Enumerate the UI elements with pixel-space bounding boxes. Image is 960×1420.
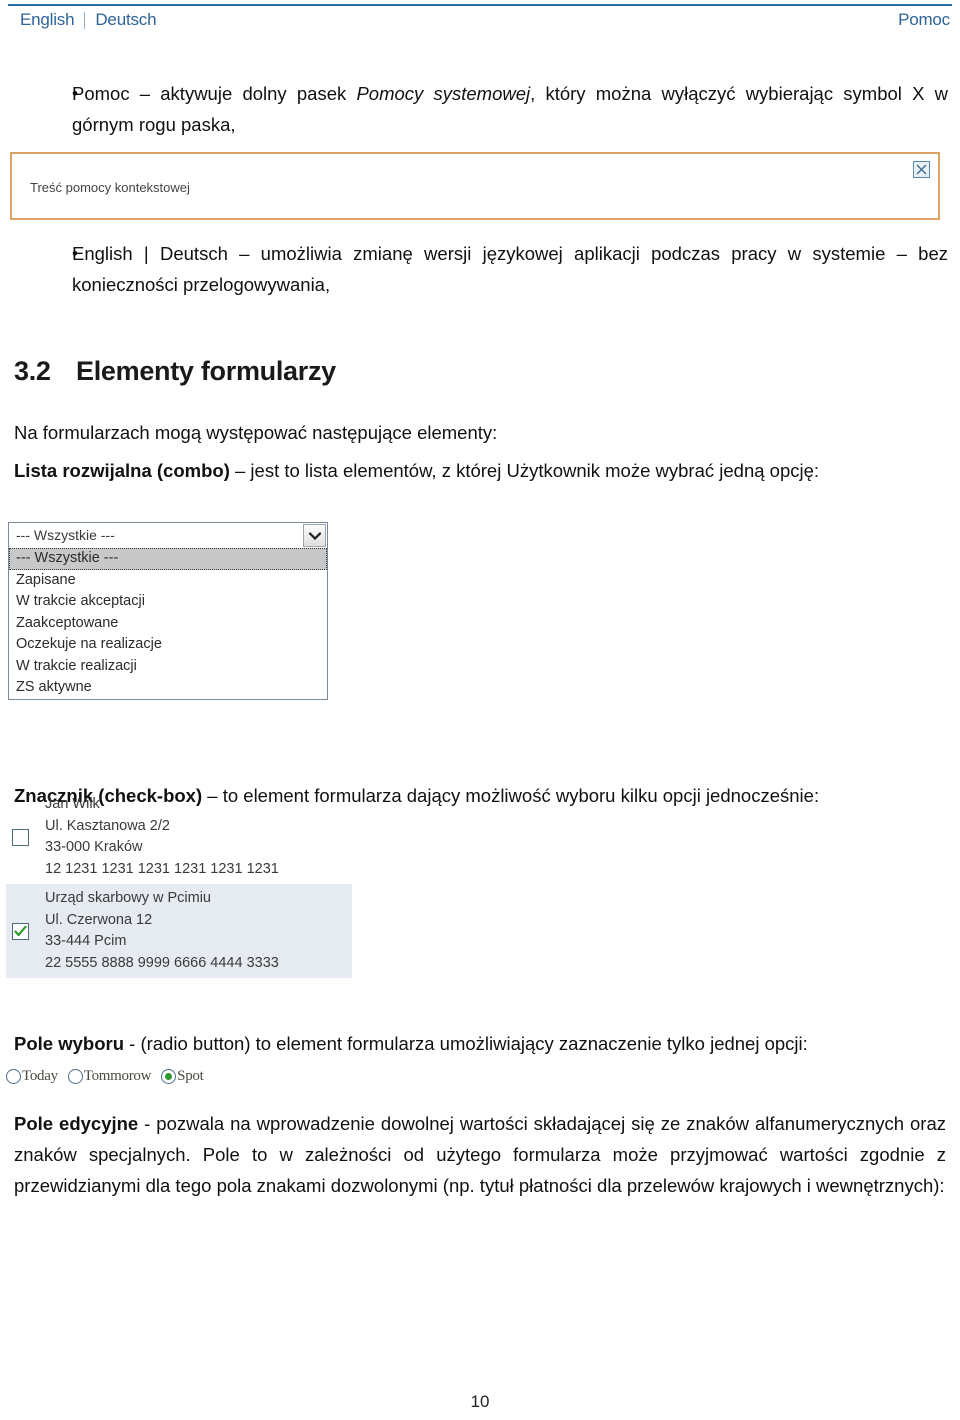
detail-line: Urząd skarbowy w Pcimiu: [45, 890, 211, 906]
checkbox-row-details: Urząd skarbowy w Pcimiu Ul. Czerwona 12 …: [45, 888, 352, 974]
bullet-italic-text: Pomocy systemowej: [356, 83, 531, 104]
help-link[interactable]: Pomoc: [898, 10, 950, 30]
checkbox-row-details: Jan Wilk Ul. Kasztanowa 2/2 33-000 Krakó…: [45, 794, 352, 880]
radio-unselected-icon[interactable]: [67, 1069, 83, 1084]
detail-line: 22 5555 8888 9999 6666 4444 3333: [45, 954, 279, 971]
bullet-pre-text: Pomoc – aktywuje dolny pasek: [72, 83, 357, 104]
dropdown-option[interactable]: W trakcie akceptacji: [9, 591, 327, 613]
header-rule: [8, 4, 952, 6]
edit-field-description-rest: - pozwala na wprowadzenie dowolnej warto…: [14, 1113, 946, 1196]
context-help-bar: Treść pomocy kontekstowej: [10, 152, 940, 220]
document-page: English Deutsch Pomoc • Pomoc – aktywuje…: [0, 0, 960, 1420]
checkbox-unchecked-icon[interactable]: [12, 828, 29, 846]
bullet-list-top: • Pomoc – aktywuje dolny pasek Pomocy sy…: [14, 78, 948, 144]
radio-inner-dot: [165, 1073, 173, 1080]
combo-description: Lista rozwijalna (combo) – jest to lista…: [14, 455, 934, 487]
bullet-list-lang: • English | Deutsch – umożliwia zmianę w…: [14, 238, 948, 304]
radio-label: Spot: [177, 1068, 204, 1084]
dropdown-option[interactable]: Zaakceptowane: [9, 613, 327, 635]
detail-line: 33-444 Pcim: [45, 933, 127, 949]
dropdown-option[interactable]: W trakcie realizacji: [9, 656, 327, 678]
page-title: 3.2 Elementy formularzy: [14, 356, 336, 387]
chevron-down-icon[interactable]: [303, 524, 326, 547]
page-number: 10: [470, 1392, 490, 1411]
detail-line: Ul. Kasztanowa 2/2: [45, 817, 170, 834]
dropdown-option[interactable]: Oczekuje na realizacje: [9, 634, 327, 656]
close-x-icon[interactable]: [913, 161, 930, 178]
bullet-text-language: English | Deutsch – umożliwia zmianę wer…: [72, 243, 948, 295]
radio-description-bold: Pole wyboru: [14, 1033, 124, 1054]
combo-description-bold: Lista rozwijalna (combo): [14, 460, 230, 481]
radio-option-tommorow[interactable]: Tommorow: [67, 1068, 152, 1085]
context-help-text: Treść pomocy kontekstowej: [30, 180, 190, 195]
checkbox-list-widget[interactable]: Jan Wilk Ul. Kasztanowa 2/2 33-000 Krakó…: [6, 790, 352, 978]
radio-unselected-icon[interactable]: [6, 1069, 21, 1084]
radio-selected-icon[interactable]: [161, 1069, 177, 1084]
radio-description: Pole wyboru - (radio button) to element …: [14, 1028, 934, 1060]
dropdown-option[interactable]: ZS aktywne: [9, 677, 327, 699]
language-link-deutsch[interactable]: Deutsch: [95, 10, 156, 30]
bullet-marker: •: [72, 244, 78, 263]
detail-line: 33-000 Kraków: [45, 839, 143, 855]
dropdown-selected-value: --- Wszystkie ---: [16, 527, 115, 543]
edit-field-description-bold: Pole edycyjne: [14, 1113, 139, 1134]
bullet-marker: •: [72, 84, 78, 103]
list-item: • English | Deutsch – umożliwia zmianę w…: [14, 238, 948, 300]
dropdown-closed-field[interactable]: --- Wszystkie ---: [8, 522, 328, 549]
detail-line: Jan Wilk: [45, 796, 100, 812]
intro-paragraph: Na formularzach mogą występować następuj…: [14, 422, 498, 443]
radio-option-today[interactable]: Today: [6, 1068, 58, 1085]
edit-field-description: Pole edycyjne - pozwala na wprowadzenie …: [14, 1108, 946, 1201]
language-divider: [84, 11, 86, 29]
detail-line: Ul. Czerwona 12: [45, 911, 153, 928]
radio-button-group[interactable]: Today Tommorow Spot: [6, 1068, 204, 1085]
checkbox-checked-icon[interactable]: [12, 922, 29, 940]
language-switcher: English Deutsch: [20, 10, 157, 30]
dropdown-option[interactable]: --- Wszystkie ---: [9, 548, 327, 570]
detail-line: 12 1231 1231 1231 1231 1231 1231: [45, 860, 279, 877]
language-link-english[interactable]: English: [20, 10, 75, 30]
dropdown-option-list[interactable]: --- Wszystkie --- Zapisane W trakcie akc…: [8, 548, 328, 700]
dropdown-option[interactable]: Zapisane: [9, 570, 327, 592]
radio-option-spot[interactable]: Spot: [161, 1068, 204, 1085]
list-item[interactable]: Jan Wilk Ul. Kasztanowa 2/2 33-000 Krakó…: [6, 790, 352, 884]
radio-label: Today: [22, 1068, 58, 1084]
radio-description-rest: - (radio button) to element formularza u…: [124, 1033, 808, 1054]
radio-label: Tommorow: [83, 1068, 152, 1084]
combo-description-rest: – jest to lista elementów, z której Użyt…: [229, 460, 820, 481]
list-item[interactable]: Urząd skarbowy w Pcimiu Ul. Czerwona 12 …: [6, 884, 352, 978]
section-number: 3.2: [14, 356, 51, 386]
bullet-text-pomoc: Pomoc – aktywuje dolny pasek Pomocy syst…: [72, 78, 948, 140]
dropdown-combo-widget[interactable]: --- Wszystkie --- --- Wszystkie --- Zapi…: [8, 522, 328, 700]
list-item: • Pomoc – aktywuje dolny pasek Pomocy sy…: [14, 78, 948, 140]
section-title: Elementy formularzy: [76, 356, 336, 386]
app-header-strip: English Deutsch Pomoc: [6, 4, 954, 40]
